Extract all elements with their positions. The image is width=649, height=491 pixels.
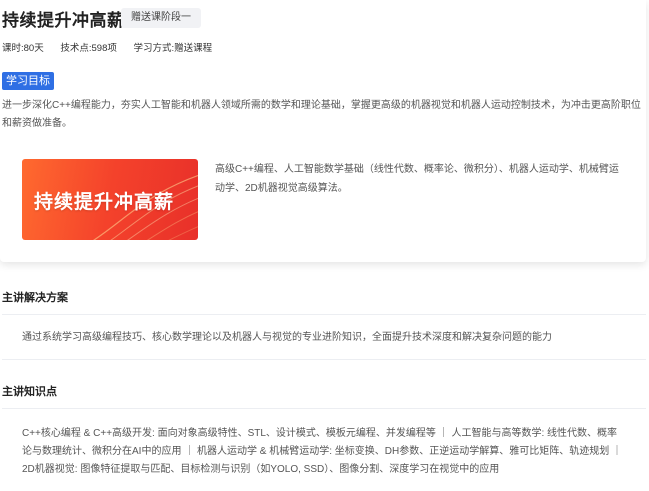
solution-box: 通过系统学习高级编程技巧、核心数学理论以及机器人与视觉的专业进阶知识，全面提升技… [2,314,646,360]
course-description: 高级C++编程、人工智能数学基础（线性代数、概率论、微积分）、机器人运动学、机械… [215,164,619,194]
knowledge-text: C++核心编程 & C++高级开发: 面向对象高级特性、STL、设计模式、模板元… [22,428,623,475]
meta-hours: 课时:80天 [2,43,44,54]
course-banner: 持续提升冲高薪 [22,159,198,240]
stage-button[interactable]: 赠送课阶段一 [121,8,201,28]
course-stage-card: 持续提升冲高薪 赠送课阶段一 课时:80天 技术点:598项 学习方式:赠送课程… [0,0,646,262]
goal-tag: 学习目标 [2,72,54,90]
stage-title: 持续提升冲高薪 [2,11,125,30]
course-meta: 课时:80天 技术点:598项 学习方式:赠送课程 [2,40,226,54]
solution-text: 通过系统学习高级编程技巧、核心数学理论以及机器人与视觉的专业进阶知识，全面提升技… [22,332,552,343]
knowledge-box: C++核心编程 & C++高级开发: 面向对象高级特性、STL、设计模式、模板元… [2,408,646,491]
meta-points: 技术点:598项 [60,43,117,54]
solution-title: 主讲解决方案 [2,292,68,304]
banner-text: 持续提升冲高薪 [34,192,175,213]
meta-mode: 学习方式:赠送课程 [133,43,213,54]
goal-text: 进一步深化C++编程能力，夯实人工智能和机器人领域所需的数学和理论基础，掌握更高… [2,100,641,129]
knowledge-title: 主讲知识点 [2,386,57,398]
